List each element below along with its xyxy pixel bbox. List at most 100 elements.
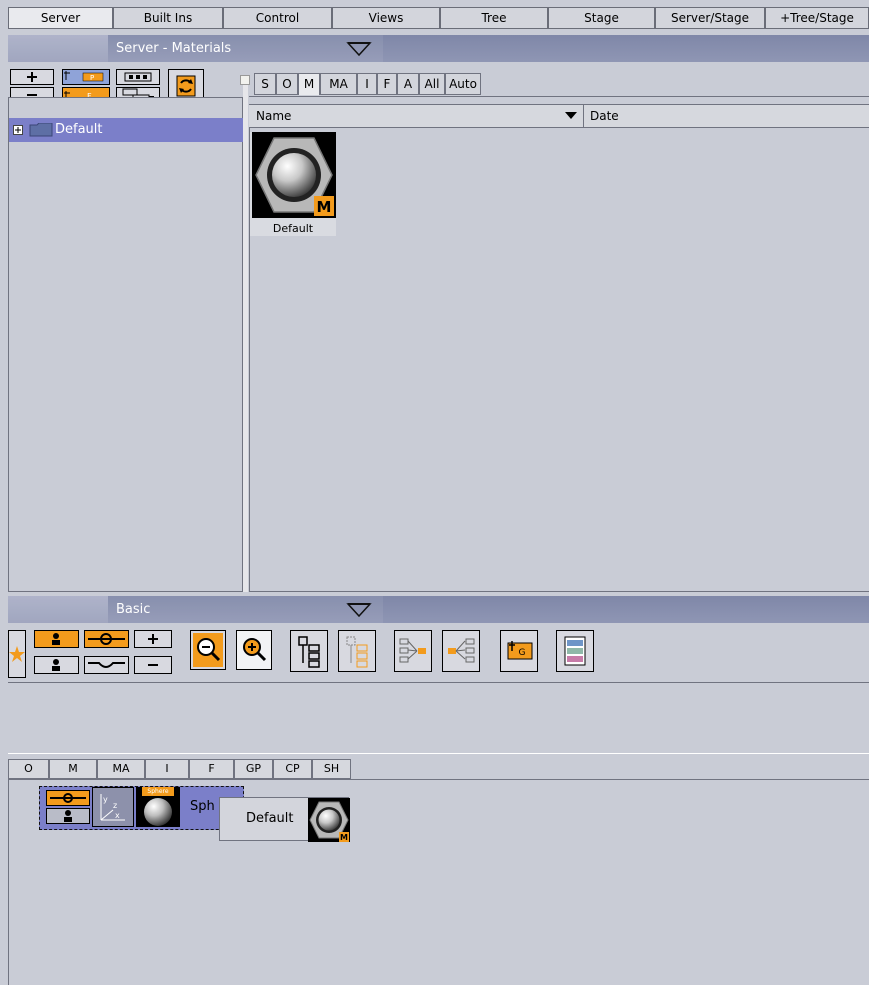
panel-splitter[interactable] (240, 75, 250, 592)
column-divider (583, 105, 584, 127)
tab-stage[interactable]: Stage (548, 7, 655, 29)
material-badge: M (317, 198, 332, 216)
basic-panel-header: Basic (8, 596, 869, 623)
basic-toolbar-blank (8, 682, 869, 754)
svg-text:x: x (115, 811, 120, 820)
remove-node-button[interactable] (134, 656, 172, 674)
node-visibility-button[interactable] (46, 808, 90, 824)
folder-icon (29, 123, 53, 137)
plus-icon (148, 634, 158, 644)
star-icon (9, 646, 25, 662)
mtab-a[interactable]: A (397, 73, 419, 95)
node-expand-button[interactable] (46, 790, 90, 806)
mtab-f[interactable]: F (377, 73, 397, 95)
collapse-icon (88, 662, 125, 668)
material-list-header: Name Date (249, 104, 869, 128)
material-item-default[interactable]: M Default (250, 132, 336, 236)
expand-icon (88, 633, 125, 645)
header-title-area (8, 596, 383, 623)
layers-button[interactable] (556, 630, 594, 672)
mtab-m[interactable]: M (298, 73, 320, 95)
btab-sh[interactable]: SH (312, 759, 351, 779)
top-tab-bar: Server Built Ins Control Views Tree Stag… (0, 0, 869, 32)
tab-built-ins[interactable]: Built Ins (113, 7, 223, 29)
btab-m[interactable]: M (49, 759, 97, 779)
view-icons-button[interactable] (116, 69, 160, 85)
tab-server-stage[interactable]: Server/Stage (655, 7, 765, 29)
expand-icon (50, 793, 86, 803)
person-icon (64, 810, 72, 822)
column-name[interactable]: Name (256, 109, 291, 123)
merge-button[interactable] (394, 630, 432, 672)
zoom-in-button[interactable] (236, 630, 272, 670)
icon-view-icon (124, 72, 152, 82)
server-panel-header: Server - Materials (8, 35, 869, 62)
mtab-ma[interactable]: MA (320, 73, 357, 95)
tree-view-button[interactable] (290, 630, 328, 672)
visibility-off-button[interactable] (34, 656, 79, 674)
tree-view-alt-button[interactable] (338, 630, 376, 672)
mtab-i[interactable]: I (357, 73, 377, 95)
btab-gp[interactable]: GP (234, 759, 273, 779)
expand-button[interactable] (84, 630, 129, 648)
favorite-button[interactable] (8, 630, 26, 678)
mtab-o[interactable]: O (276, 73, 298, 95)
node-label: Sph (190, 799, 215, 814)
btab-ma[interactable]: MA (97, 759, 145, 779)
zoom-out-icon (193, 633, 223, 667)
svg-text:P: P (90, 74, 94, 82)
tooltip-label: Default (246, 811, 294, 826)
person-icon (52, 633, 60, 645)
mtab-all[interactable]: All (419, 73, 445, 95)
tree-item-default[interactable]: Default (9, 118, 243, 142)
mtab-s[interactable]: S (254, 73, 276, 95)
tab-views[interactable]: Views (332, 7, 440, 29)
merge-icon (399, 638, 426, 663)
add-project-button[interactable]: P (62, 69, 110, 85)
material-sphere-icon: M (255, 137, 334, 216)
tree-item-label: Default (55, 122, 103, 137)
collapse-button[interactable] (84, 656, 129, 674)
svg-text:G: G (519, 648, 526, 658)
group-icon: G (507, 641, 533, 660)
mtab-auto[interactable]: Auto (445, 73, 481, 95)
tab-tree[interactable]: Tree (440, 7, 548, 29)
tooltip-material-thumb: M (308, 798, 350, 842)
visibility-on-button[interactable] (34, 630, 79, 648)
group-button[interactable]: G (500, 630, 538, 672)
add-button[interactable] (10, 69, 54, 85)
zoom-in-icon (243, 638, 267, 662)
material-folder-tree: Default (8, 97, 243, 592)
tab-server[interactable]: Server (8, 7, 113, 29)
material-sphere-icon: M (309, 801, 349, 842)
dropdown-arrow-icon[interactable] (346, 602, 372, 618)
material-label: Default (272, 222, 314, 235)
drop-material-tooltip: Default M (219, 797, 350, 842)
scene-node-sphere[interactable]: yzx Sphere Sph (39, 786, 244, 830)
zoom-out-button[interactable] (190, 630, 226, 670)
tree-structure-icon (298, 636, 320, 668)
dropdown-arrow-icon[interactable] (346, 41, 372, 57)
btab-o[interactable]: O (8, 759, 49, 779)
split-button[interactable] (442, 630, 480, 672)
geometry-thumbnail[interactable]: Sphere (136, 787, 180, 827)
btab-cp[interactable]: CP (273, 759, 312, 779)
sphere-icon (144, 798, 172, 826)
new-project-icon: P (64, 71, 104, 82)
column-date[interactable]: Date (590, 109, 619, 123)
material-content-area: M Default (249, 128, 869, 592)
transform-button[interactable]: yzx (92, 787, 134, 827)
header-title-area (8, 35, 383, 62)
btab-i[interactable]: I (145, 759, 189, 779)
plus-icon (27, 72, 37, 82)
transform-axes-icon: yzx (100, 794, 125, 821)
splitter-handle[interactable] (240, 75, 250, 85)
add-node-button[interactable] (134, 630, 172, 648)
tab-tree-stage[interactable]: +Tree/Stage (765, 7, 869, 29)
expand-plus-icon[interactable] (13, 125, 23, 135)
svg-text:z: z (113, 801, 117, 810)
sort-arrow-icon[interactable] (565, 112, 577, 120)
svg-text:y: y (103, 795, 108, 804)
btab-f[interactable]: F (189, 759, 234, 779)
tab-control[interactable]: Control (223, 7, 332, 29)
